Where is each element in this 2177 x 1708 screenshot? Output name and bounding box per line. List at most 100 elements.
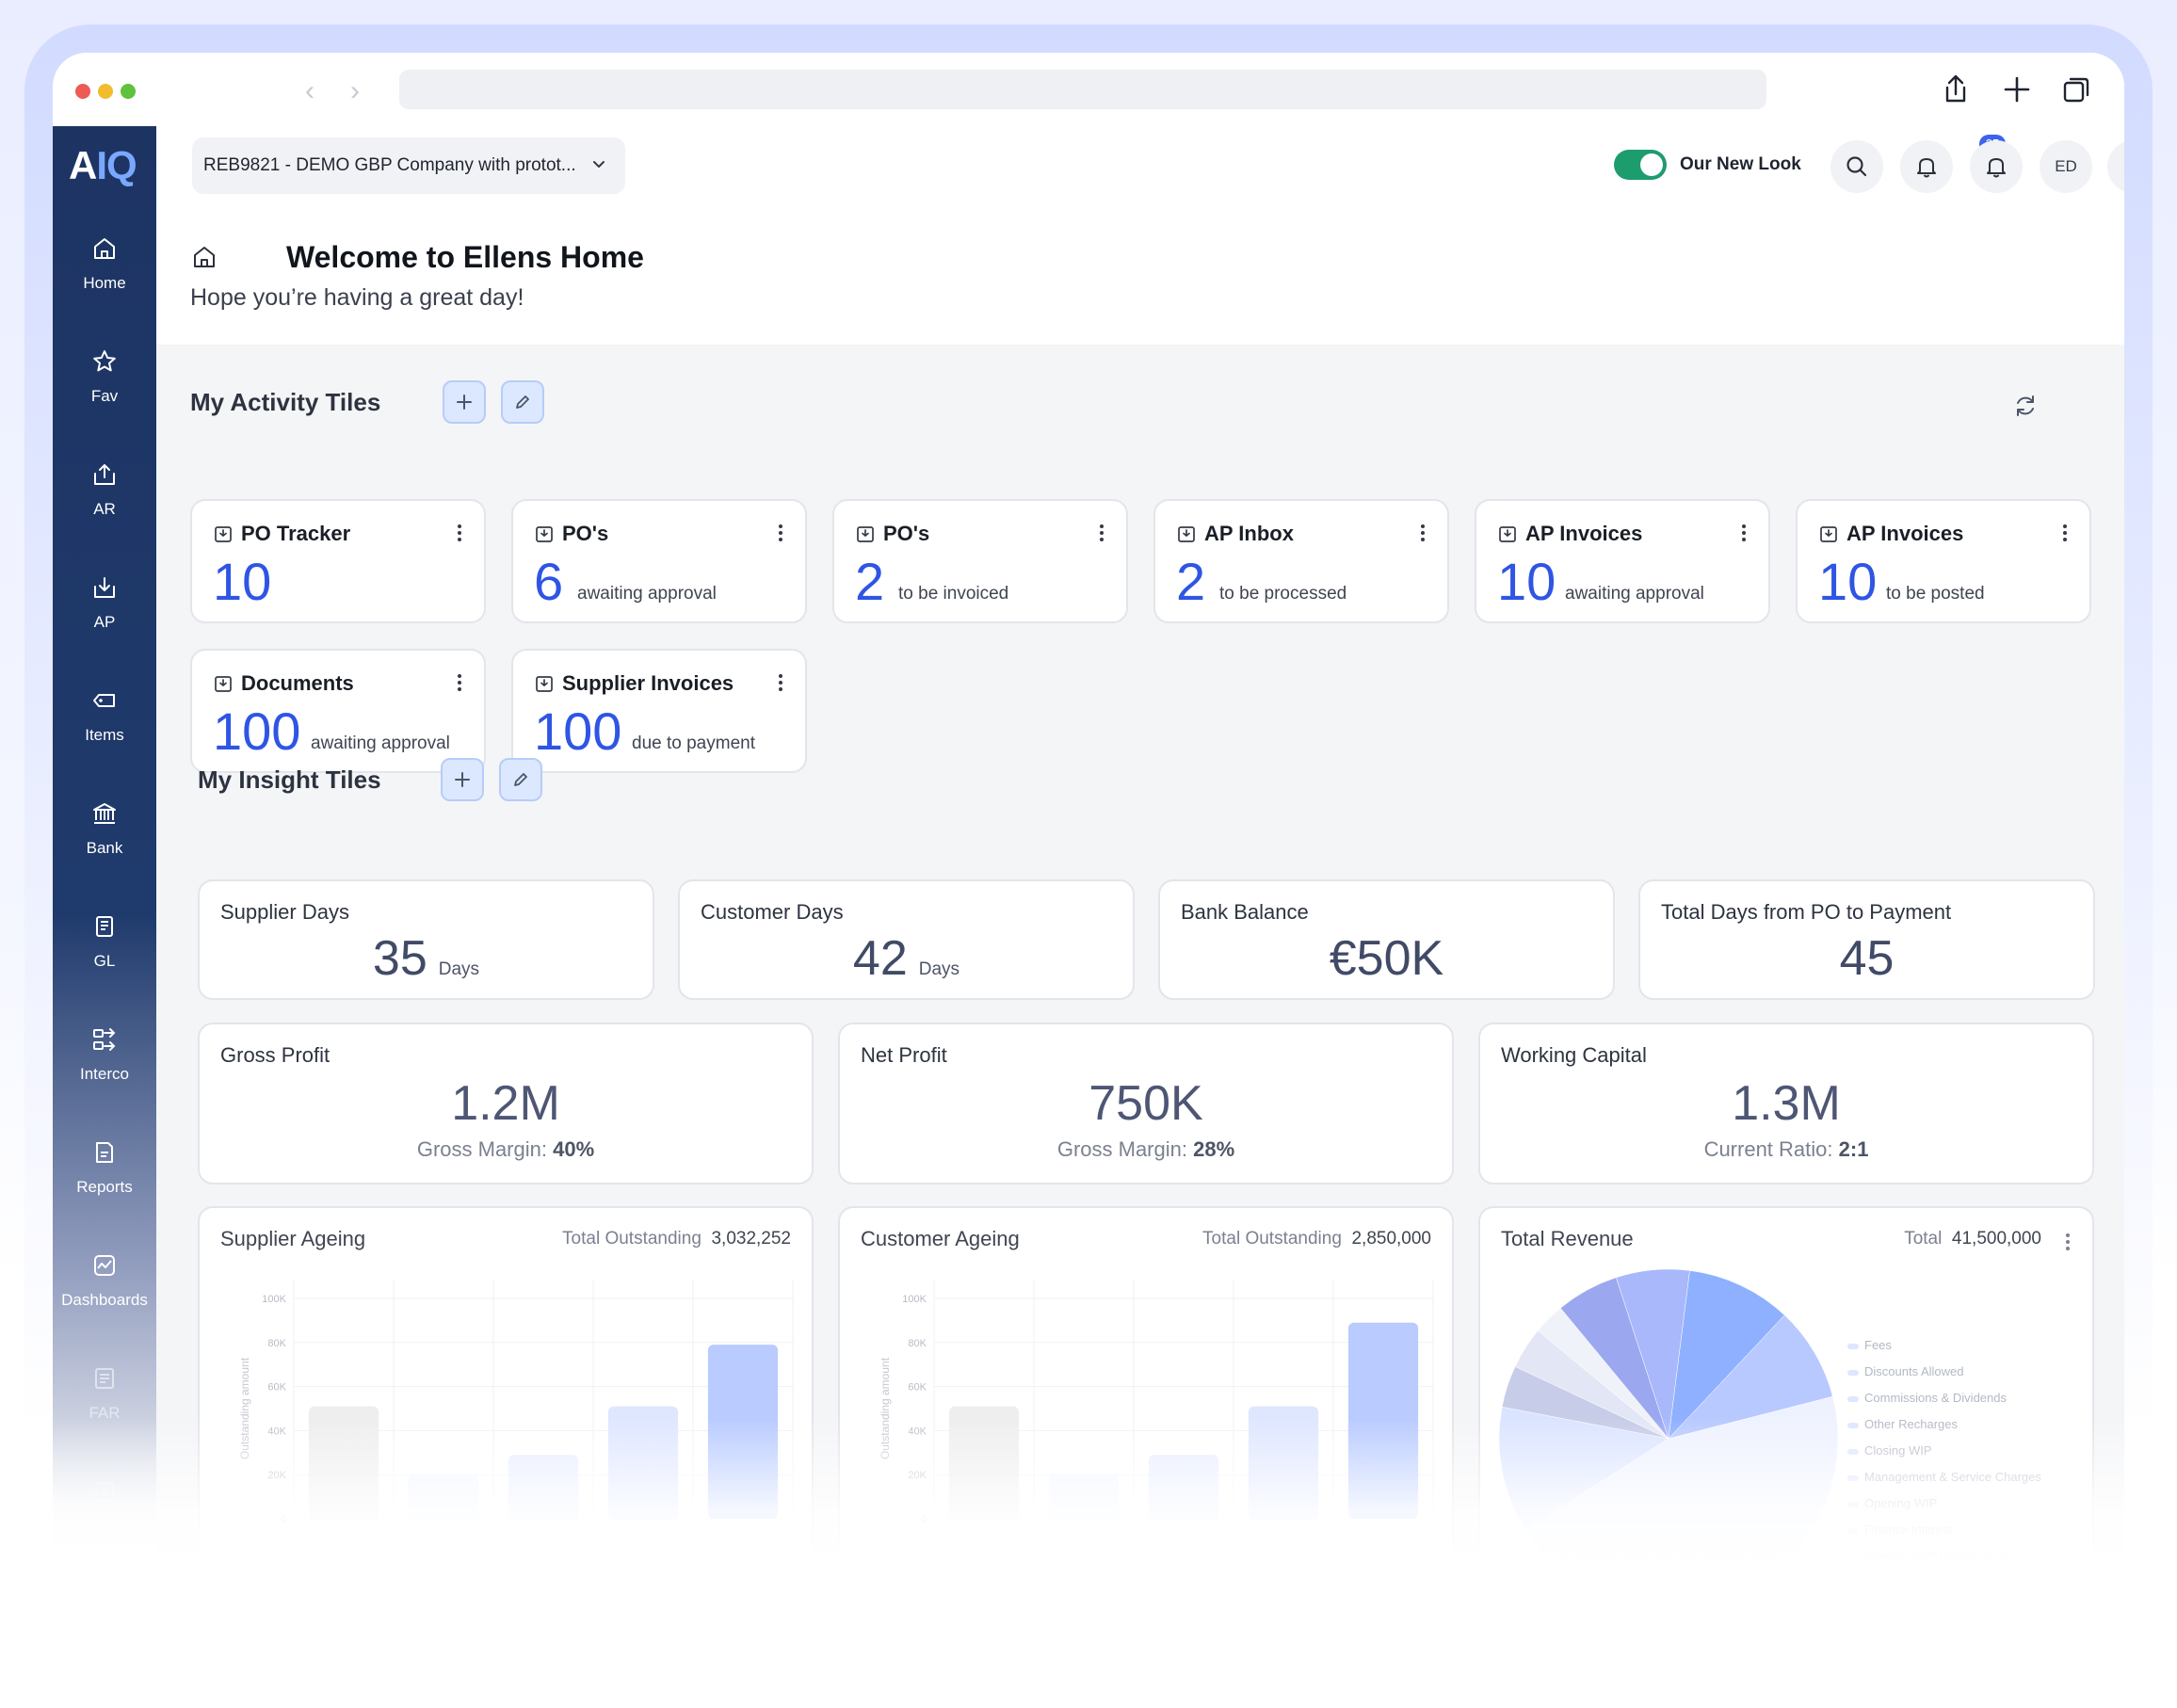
bell-icon	[1917, 158, 1936, 178]
activity-tile[interactable]: Supplier Invoices 100 due to payment	[511, 649, 807, 773]
legend-label: Opening WIP	[1864, 1496, 1937, 1510]
insight-tile[interactable]: Supplier Days 35 Days	[198, 879, 654, 1000]
insight-tile[interactable]: Bank Balance €50K	[1158, 879, 1615, 1000]
legend-swatch	[1847, 1449, 1859, 1455]
dashboard-icon	[94, 1255, 115, 1276]
bar	[408, 1474, 479, 1519]
sidebar-item-gl[interactable]: GL	[53, 912, 156, 997]
sidebar-item-fav[interactable]: Fav	[53, 347, 156, 432]
y-tick-label: 40K	[908, 1426, 927, 1437]
tile-subtitle: to be invoiced	[898, 584, 1009, 604]
star-icon	[93, 350, 116, 372]
activity-tile[interactable]: AP Invoices 10 awaiting approval	[1475, 499, 1770, 623]
bell-icon	[1987, 158, 2006, 178]
kebab-menu-icon[interactable]	[2061, 522, 2069, 544]
bar	[1248, 1406, 1319, 1519]
activity-tile[interactable]: PO Tracker 10	[190, 499, 486, 623]
activity-tile[interactable]: PO's 6 awaiting approval	[511, 499, 807, 623]
welcome-header: Welcome to Ellens Home Hope you’re havin…	[156, 207, 2124, 346]
sidebar-item-ap[interactable]: AP	[53, 573, 156, 658]
share-icon[interactable]	[1936, 70, 1975, 109]
browser-window: ‹ › AIQ Home Fav AR AP Items Bank GL Int…	[53, 53, 2124, 1559]
legend-swatch	[1847, 1555, 1859, 1559]
y-tick-label: 80K	[267, 1338, 286, 1349]
bar	[1347, 1322, 1419, 1519]
search-icon	[1846, 156, 1867, 177]
sidebar-item-bank[interactable]: Bank	[53, 799, 156, 884]
customer-ageing-card: Customer Ageing Total Outstanding 2,850,…	[838, 1206, 1454, 1559]
refresh-icon[interactable]	[2011, 392, 2040, 420]
insight-footer: Gross Margin: 28%	[1056, 1137, 1235, 1161]
inbox-icon	[857, 526, 874, 542]
sidebar-item-more[interactable]	[53, 1477, 156, 1559]
company-selector[interactable]: REB9821 - DEMO GBP Company with protot..…	[192, 137, 625, 194]
inbox-icon	[1499, 526, 1516, 542]
app-topbar: REB9821 - DEMO GBP Company with protot..…	[156, 126, 2124, 208]
tabs-overview-icon[interactable]	[2056, 70, 2096, 109]
search-button[interactable]	[1830, 140, 1883, 193]
insight-tile[interactable]: Net Profit 750K Gross Margin: 28%	[838, 1023, 1454, 1184]
add-insight-tile-button[interactable]	[441, 758, 484, 801]
legend-label: Finance Interest	[1864, 1523, 1953, 1537]
add-activity-tile-button[interactable]	[443, 380, 486, 424]
kebab-menu-icon[interactable]	[456, 522, 463, 544]
tag-icon	[93, 694, 115, 707]
sidebar-item-items[interactable]: Items	[53, 686, 156, 771]
bank-icon	[93, 803, 116, 824]
sidebar-item-dashboards[interactable]: Dashboards	[53, 1251, 156, 1336]
activity-tile[interactable]: AP Invoices 10 to be posted	[1796, 499, 2091, 623]
home-icon	[194, 247, 215, 267]
notifications-button[interactable]	[1900, 140, 1953, 193]
user-avatar[interactable]: ED	[2040, 140, 2092, 193]
sidebar: AIQ Home Fav AR AP Items Bank GL Interco…	[53, 126, 156, 1559]
tile-value: 6	[534, 552, 564, 611]
asset-register-icon	[95, 1368, 114, 1389]
bar	[707, 1345, 779, 1519]
bar	[1148, 1455, 1219, 1519]
activity-tile[interactable]: Documents 100 awaiting approval	[190, 649, 486, 773]
kebab-menu-icon[interactable]	[777, 522, 784, 544]
sidebar-item-ar[interactable]: AR	[53, 460, 156, 545]
edit-insight-tiles-button[interactable]	[499, 758, 542, 801]
insight-tile[interactable]: Working Capital 1.3M Current Ratio: 2:1	[1478, 1023, 2094, 1184]
address-bar[interactable]	[399, 70, 1766, 109]
report-icon	[96, 1142, 113, 1163]
kebab-menu-icon[interactable]	[1098, 522, 1105, 544]
insight-tile[interactable]: Customer Days 42 Days	[678, 879, 1135, 1000]
insight-value: €50K	[1329, 931, 1444, 986]
kebab-menu-icon[interactable]	[1419, 522, 1427, 544]
insight-tile[interactable]: Gross Profit 1.2M Gross Margin: 40%	[198, 1023, 814, 1184]
y-tick-label: 0	[281, 1514, 286, 1525]
kebab-menu-icon[interactable]	[1740, 522, 1748, 544]
sidebar-item-far[interactable]: FAR	[53, 1364, 156, 1449]
y-tick-label: 0	[921, 1514, 927, 1525]
new-look-toggle[interactable]	[1614, 150, 1667, 180]
alerts-button[interactable]	[1970, 140, 2023, 193]
tile-value: 100	[213, 701, 301, 761]
maximize-window-button[interactable]	[121, 84, 136, 99]
sidebar-item-reports[interactable]: Reports	[53, 1138, 156, 1223]
reminders-button[interactable]	[2107, 140, 2124, 193]
page-subtitle: Hope you’re having a great day!	[190, 284, 524, 311]
forward-arrow-icon[interactable]: ›	[350, 75, 360, 107]
kebab-menu-icon[interactable]	[777, 671, 784, 694]
kebab-menu-icon[interactable]	[456, 671, 463, 694]
insight-footer: Current Ratio: 2:1	[1703, 1137, 1869, 1161]
page-title: Welcome to Ellens Home	[286, 240, 644, 274]
close-window-button[interactable]	[75, 84, 90, 99]
legend-swatch	[1847, 1528, 1859, 1534]
minimize-window-button[interactable]	[98, 84, 113, 99]
total-revenue-chart: Fees Discounts Allowed Commissions & Divid…	[1498, 1268, 2041, 1559]
sidebar-item-interco[interactable]: Interco	[53, 1025, 156, 1110]
activity-tile[interactable]: PO's 2 to be invoiced	[832, 499, 1128, 623]
y-tick-label: 20K	[267, 1470, 286, 1481]
aiq-logo[interactable]: AIQ	[69, 143, 137, 188]
insight-tile[interactable]: Total Days from PO to Payment 45	[1638, 879, 2095, 1000]
tile-value: 10	[213, 552, 272, 611]
edit-activity-tiles-button[interactable]	[501, 380, 544, 424]
sidebar-item-home[interactable]: Home	[53, 234, 156, 319]
new-tab-icon[interactable]	[1997, 70, 2037, 109]
activity-tile[interactable]: AP Inbox 2 to be processed	[1153, 499, 1449, 623]
back-arrow-icon[interactable]: ‹	[305, 75, 314, 107]
kebab-menu-icon[interactable]	[2064, 1231, 2072, 1253]
